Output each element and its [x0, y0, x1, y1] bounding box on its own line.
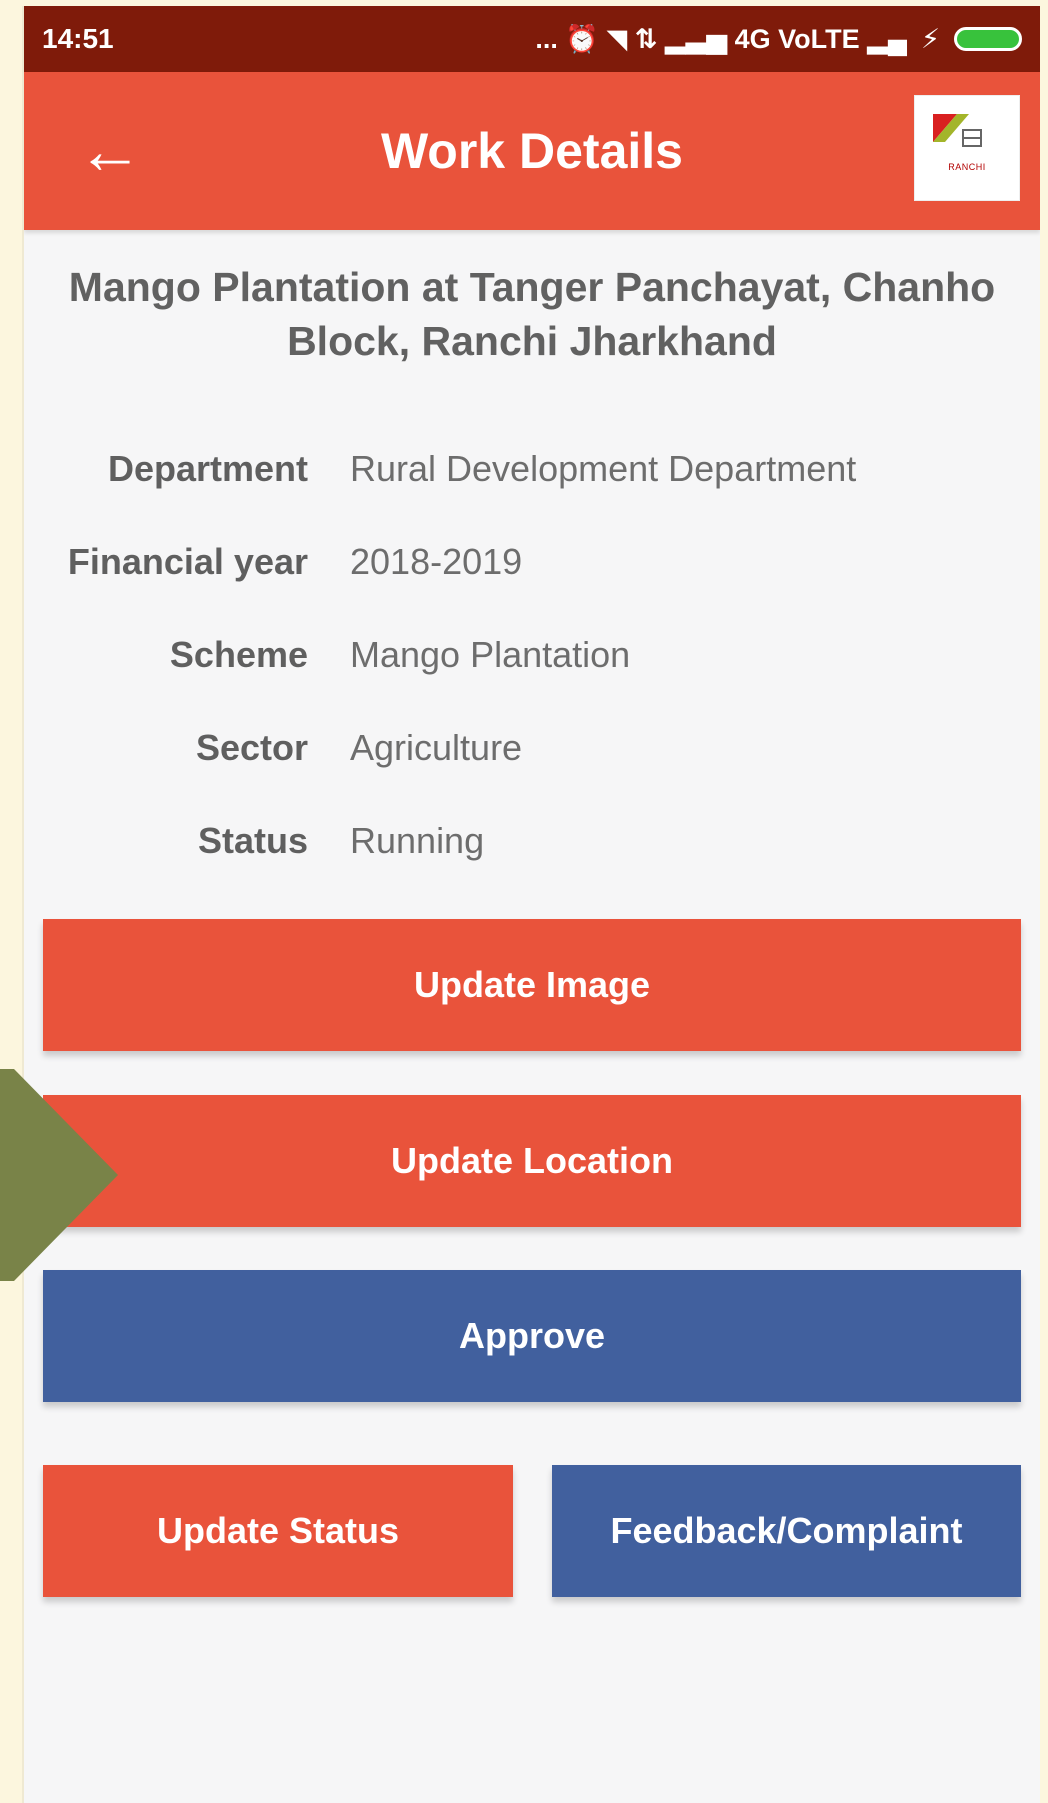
detail-row-sector: Sector Agriculture [24, 701, 1040, 794]
detail-value: Rural Development Department [350, 447, 857, 489]
update-status-button[interactable]: Update Status [43, 1465, 513, 1597]
detail-value: Agriculture [350, 726, 523, 768]
status-time: 14:51 [42, 23, 114, 54]
detail-row-scheme: Scheme Mango Plantation [24, 608, 1040, 701]
detail-value: Mango Plantation [350, 633, 631, 675]
detail-label: Department [107, 447, 308, 489]
status-indicators: ... ⏰ ◥ ⇅ ▂▃▅ 4G VoLTE ▂▄ ⚡ [535, 23, 1022, 55]
detail-label: Status [197, 819, 308, 861]
detail-value: 2018-2019 [350, 540, 523, 582]
charging-icon: ⚡ [921, 23, 940, 54]
phone-screen: 14:51 ... ⏰ ◥ ⇅ ▂▃▅ 4G VoLTE ▂▄ ⚡ ← Work… [24, 6, 1040, 1803]
status-bar: 14:51 ... ⏰ ◥ ⇅ ▂▃▅ 4G VoLTE ▂▄ ⚡ [24, 6, 1040, 72]
logo-mark-icon [933, 114, 982, 147]
logo-text: RANCHI [948, 162, 986, 172]
app-bar: ← Work Details RANCHI [24, 72, 1040, 230]
detail-row-financial-year: Financial year 2018-2019 [24, 515, 1040, 608]
detail-row-status: Status Running [24, 794, 1040, 887]
page-title: Work Details [381, 123, 683, 179]
approve-button[interactable]: Approve [43, 1270, 1021, 1402]
feedback-complaint-button[interactable]: Feedback/Complaint [552, 1465, 1021, 1597]
update-image-button[interactable]: Update Image [43, 919, 1021, 1051]
work-title: Mango Plantation at Tanger Panchayat, Ch… [68, 264, 996, 364]
detail-value: Running [350, 819, 485, 861]
work-details-content: Mango Plantation at Tanger Panchayat, Ch… [24, 260, 1040, 887]
details-list: Department Rural Development Department … [24, 422, 1040, 887]
detail-label: Financial year [67, 540, 308, 582]
slide-pointer-base [0, 1069, 14, 1281]
detail-row-department: Department Rural Development Department [24, 422, 1040, 515]
detail-label: Sector [195, 726, 308, 768]
slide-pointer-arrow-icon [14, 1069, 118, 1281]
signal-icons: ... ⏰ ◥ ⇅ ▂▃▅ 4G VoLTE ▂▄ [535, 24, 908, 54]
battery-icon [954, 27, 1022, 51]
ranchi-logo: RANCHI [914, 95, 1020, 201]
detail-label: Scheme [169, 633, 308, 675]
update-location-button[interactable]: Update Location [43, 1095, 1021, 1227]
